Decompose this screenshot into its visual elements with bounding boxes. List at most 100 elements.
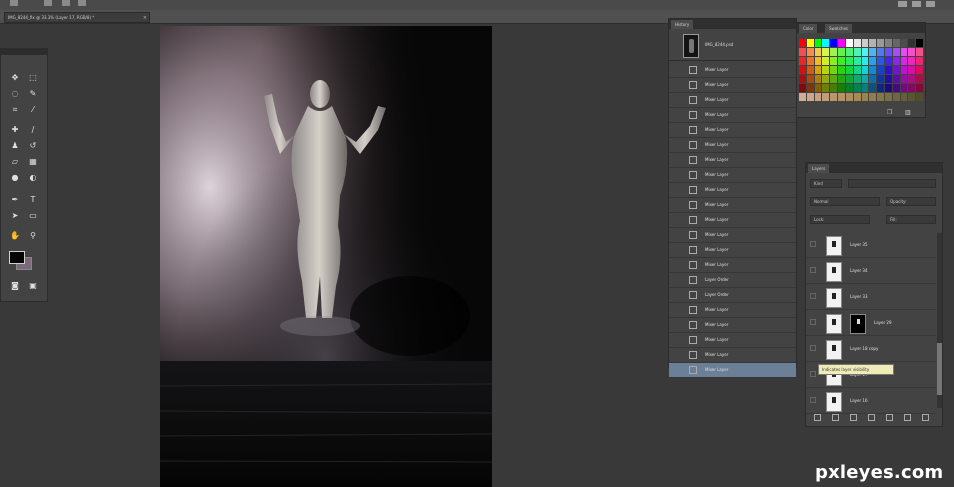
eyedropper-tool-icon[interactable]: ⁄ xyxy=(27,105,39,114)
color-swatch[interactable] xyxy=(853,93,861,101)
new-layer-icon[interactable] xyxy=(904,414,911,421)
color-swatch[interactable] xyxy=(908,93,916,101)
color-swatch[interactable] xyxy=(892,57,900,65)
color-swatch[interactable] xyxy=(814,48,822,56)
visibility-toggle[interactable] xyxy=(810,345,816,351)
shape-tool-icon[interactable]: ▭ xyxy=(27,211,39,220)
color-swatch[interactable] xyxy=(884,66,892,74)
hand-tool-icon[interactable]: ✋ xyxy=(9,231,21,240)
trash-icon[interactable]: ▥ xyxy=(905,109,911,117)
color-swatch[interactable] xyxy=(869,39,877,47)
color-swatch[interactable] xyxy=(814,39,822,47)
visibility-toggle[interactable] xyxy=(810,267,816,273)
history-item[interactable]: Mixer Layer xyxy=(669,198,796,213)
opacity-field[interactable]: Opacity: xyxy=(886,197,936,206)
tab-swatches[interactable]: Swatches xyxy=(825,24,853,33)
color-swatch[interactable] xyxy=(877,39,884,47)
color-swatch[interactable] xyxy=(806,93,814,101)
color-swatch[interactable] xyxy=(822,66,830,74)
layer-row[interactable]: Layer 18 copy xyxy=(806,337,936,362)
layer-row[interactable]: Layer 29 xyxy=(806,311,936,336)
color-swatch[interactable] xyxy=(830,75,838,83)
minimize-icon[interactable] xyxy=(898,1,907,7)
color-swatch[interactable] xyxy=(830,66,838,74)
layers-scroll-thumb[interactable] xyxy=(937,343,942,395)
color-swatch[interactable] xyxy=(845,57,853,65)
delete-layer-icon[interactable] xyxy=(922,414,929,421)
zoom-tool-icon[interactable]: ⚲ xyxy=(27,231,39,240)
new-swatch-icon[interactable]: ❐ xyxy=(887,109,892,117)
menu-item[interactable] xyxy=(10,0,18,6)
history-item[interactable]: Mixer Layer xyxy=(669,258,796,273)
adjustment-layer-icon[interactable] xyxy=(868,414,875,421)
brush-tool-icon[interactable]: ∕ xyxy=(27,125,39,134)
color-swatch[interactable] xyxy=(908,84,916,92)
color-swatch[interactable] xyxy=(900,84,908,92)
layer-row[interactable]: Layer 35 xyxy=(806,233,936,258)
color-swatch[interactable] xyxy=(830,84,838,92)
color-swatch[interactable] xyxy=(884,93,892,101)
visibility-toggle[interactable] xyxy=(810,241,816,247)
color-swatch[interactable] xyxy=(892,75,900,83)
history-item[interactable]: Mixer Layer xyxy=(669,78,796,93)
tab-history[interactable]: History xyxy=(671,20,694,29)
heal-tool-icon[interactable]: ✚ xyxy=(9,125,21,134)
color-swatch[interactable] xyxy=(845,66,853,74)
color-swatch[interactable] xyxy=(822,57,830,65)
color-swatch[interactable] xyxy=(814,84,822,92)
color-swatch[interactable] xyxy=(869,48,877,56)
color-swatch[interactable] xyxy=(822,48,830,56)
color-swatch[interactable] xyxy=(877,75,884,83)
color-swatch[interactable] xyxy=(877,66,884,74)
color-swatch[interactable] xyxy=(806,75,814,83)
history-item[interactable]: Mixer Layer xyxy=(669,318,796,333)
color-swatch[interactable] xyxy=(908,39,916,47)
color-swatch[interactable] xyxy=(845,75,853,83)
history-item[interactable]: Mixer Layer xyxy=(669,348,796,363)
color-swatch[interactable] xyxy=(806,66,814,74)
history-brush-tool-icon[interactable]: ↺ xyxy=(27,141,39,150)
color-swatch[interactable] xyxy=(838,75,845,83)
maximize-icon[interactable] xyxy=(912,1,921,7)
color-swatch[interactable] xyxy=(892,84,900,92)
color-swatch[interactable] xyxy=(877,57,884,65)
visibility-toggle[interactable] xyxy=(810,397,816,403)
color-swatch[interactable] xyxy=(861,66,869,74)
eraser-tool-icon[interactable]: ▱ xyxy=(9,157,21,166)
color-swatch[interactable] xyxy=(806,48,814,56)
crop-tool-icon[interactable]: ⌗ xyxy=(9,105,21,114)
color-swatch[interactable] xyxy=(869,66,877,74)
close-icon[interactable] xyxy=(926,1,935,7)
history-item[interactable]: Mixer Layer xyxy=(669,303,796,318)
color-swatch[interactable] xyxy=(853,48,861,56)
menu-item[interactable] xyxy=(62,0,70,6)
blur-tool-icon[interactable]: ● xyxy=(9,173,21,182)
color-swatch[interactable] xyxy=(892,48,900,56)
color-swatch[interactable] xyxy=(814,93,822,101)
document-canvas[interactable] xyxy=(160,26,492,487)
history-item[interactable]: Mixer Layer xyxy=(669,228,796,243)
color-swatch[interactable] xyxy=(884,75,892,83)
color-swatch[interactable] xyxy=(884,84,892,92)
layer-row[interactable]: Layer 33 xyxy=(806,285,936,310)
menu-item[interactable] xyxy=(78,0,86,6)
color-swatch[interactable] xyxy=(838,84,845,92)
lock-controls[interactable]: Lock: xyxy=(810,215,870,224)
color-swatch[interactable] xyxy=(853,39,861,47)
menu-item[interactable] xyxy=(44,0,52,6)
layer-filter-icons[interactable] xyxy=(848,179,936,188)
color-swatch[interactable] xyxy=(799,84,806,92)
pen-tool-icon[interactable]: ✒ xyxy=(9,195,21,204)
color-swatch[interactable] xyxy=(916,75,923,83)
color-swatch[interactable] xyxy=(838,57,845,65)
swatch-grid[interactable] xyxy=(799,39,923,101)
color-swatch[interactable] xyxy=(822,84,830,92)
quick-select-tool-icon[interactable]: ✎ xyxy=(27,89,39,98)
color-swatch[interactable] xyxy=(838,39,845,47)
color-swatch[interactable] xyxy=(861,48,869,56)
blend-mode-select[interactable]: Normal xyxy=(810,197,880,206)
history-item[interactable]: Mixer Layer xyxy=(669,333,796,348)
history-item[interactable]: Mixer Layer xyxy=(669,168,796,183)
color-swatch[interactable] xyxy=(884,57,892,65)
color-swatch[interactable] xyxy=(877,93,884,101)
